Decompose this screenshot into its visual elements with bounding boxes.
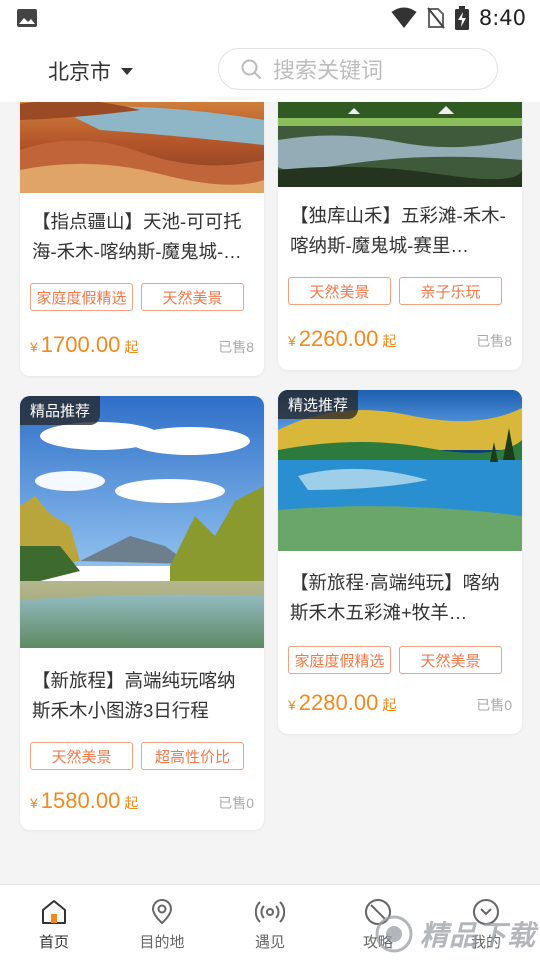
nav-label: 遇见 bbox=[254, 934, 285, 951]
recommend-badge: 精品推荐 bbox=[20, 396, 101, 425]
caret-down-icon bbox=[121, 67, 133, 75]
product-tag: 亲子乐玩 bbox=[399, 277, 502, 305]
currency-symbol: ¥ bbox=[288, 333, 296, 349]
currency-symbol: ¥ bbox=[30, 795, 38, 811]
location-pin-icon bbox=[151, 898, 173, 925]
search-icon bbox=[241, 59, 261, 79]
watermark: 精品下载 bbox=[374, 914, 536, 954]
product-tag: 天然美景 bbox=[30, 742, 133, 770]
nav-label: 首页 bbox=[38, 934, 69, 951]
product-price: 1700.00 bbox=[40, 332, 121, 357]
city-label: 北京市 bbox=[48, 61, 111, 84]
image-notification-icon bbox=[17, 9, 37, 27]
product-price: 2280.00 bbox=[298, 690, 379, 715]
tab-home[interactable]: 首页 bbox=[0, 885, 108, 960]
city-selector[interactable]: 北京市 bbox=[48, 56, 133, 86]
product-image bbox=[278, 102, 522, 187]
product-feed[interactable]: 【指点疆山】天池-可可托海-禾木-喀纳斯-魔鬼城-… 家庭度假精选 天然美景 ¥… bbox=[0, 102, 540, 884]
tab-meet[interactable]: 遇见 bbox=[216, 885, 324, 960]
product-price: 1580.00 bbox=[40, 788, 121, 813]
product-image: 精选推荐 bbox=[278, 390, 522, 551]
watermark-logo-icon bbox=[375, 915, 413, 953]
sold-count: 已售0 bbox=[476, 697, 512, 713]
product-card[interactable]: 精选推荐 【新旅程·高端纯玩】喀纳斯禾木五彩滩+牧羊… 家庭度假精选 天然美景 … bbox=[278, 390, 522, 734]
sold-count: 已售0 bbox=[218, 795, 254, 811]
home-icon bbox=[42, 900, 66, 924]
product-image bbox=[20, 102, 264, 193]
status-time: 8:40 bbox=[478, 6, 526, 30]
price-suffix: 起 bbox=[124, 795, 139, 811]
currency-symbol: ¥ bbox=[288, 697, 296, 713]
product-card[interactable]: 精品推荐 【新旅程】高端纯玩喀纳斯禾木小图游3日行程 天然美景 超高性价比 ¥ … bbox=[20, 396, 264, 830]
recommend-badge: 精选推荐 bbox=[278, 390, 359, 419]
product-tag: 天然美景 bbox=[141, 283, 244, 311]
search-placeholder: 搜索关键词 bbox=[273, 58, 384, 83]
product-card[interactable]: 【指点疆山】天池-可可托海-禾木-喀纳斯-魔鬼城-… 家庭度假精选 天然美景 ¥… bbox=[20, 102, 264, 376]
sold-count: 已售8 bbox=[476, 333, 512, 349]
product-price: 2260.00 bbox=[298, 326, 379, 351]
product-tag: 天然美景 bbox=[399, 646, 502, 674]
wifi-icon bbox=[391, 7, 417, 28]
search-input[interactable]: 搜索关键词 bbox=[218, 48, 498, 90]
watermark-text: 精品下载 bbox=[419, 920, 536, 951]
price-suffix: 起 bbox=[382, 333, 397, 349]
broadcast-icon bbox=[255, 901, 285, 923]
product-title: 【新旅程·高端纯玩】喀纳斯禾木五彩滩+牧羊… bbox=[290, 572, 500, 623]
product-tag: 超高性价比 bbox=[141, 742, 244, 770]
bottom-nav: 首页 目的地 遇见 攻略 我的 精品下载 bbox=[0, 884, 540, 960]
nav-label: 目的地 bbox=[139, 934, 185, 951]
product-image: 精品推荐 bbox=[20, 396, 264, 648]
tab-destination[interactable]: 目的地 bbox=[108, 885, 216, 960]
product-title: 【新旅程】高端纯玩喀纳斯禾木小图游3日行程 bbox=[32, 670, 236, 721]
product-tag: 家庭度假精选 bbox=[30, 283, 133, 311]
product-title: 【独库山禾】五彩滩-禾木-喀纳斯-魔鬼城-赛里… bbox=[290, 205, 506, 256]
no-sim-icon bbox=[427, 7, 445, 29]
product-card[interactable]: 【独库山禾】五彩滩-禾木-喀纳斯-魔鬼城-赛里… 天然美景 亲子乐玩 ¥ 226… bbox=[278, 102, 522, 370]
product-tag: 家庭度假精选 bbox=[288, 646, 391, 674]
price-suffix: 起 bbox=[124, 339, 139, 355]
top-header: 北京市 搜索关键词 bbox=[0, 36, 540, 102]
battery-charging-icon bbox=[454, 6, 469, 30]
product-tag: 天然美景 bbox=[288, 277, 391, 305]
product-title: 【指点疆山】天池-可可托海-禾木-喀纳斯-魔鬼城-… bbox=[32, 211, 242, 262]
sold-count: 已售8 bbox=[218, 339, 254, 355]
price-suffix: 起 bbox=[382, 697, 397, 713]
status-bar: 8:40 bbox=[0, 0, 540, 36]
currency-symbol: ¥ bbox=[30, 339, 38, 355]
